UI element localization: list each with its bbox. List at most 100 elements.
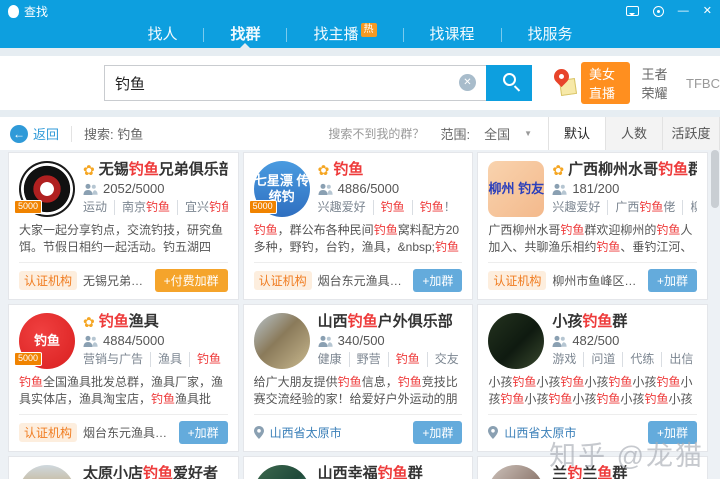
member-count: 4884/5000 bbox=[103, 333, 164, 349]
footer-text: 山西省太原市 bbox=[504, 424, 642, 441]
members-icon bbox=[318, 335, 333, 348]
group-tag: 营销与广告 bbox=[83, 352, 143, 367]
tab-find-service[interactable]: 找服务 bbox=[502, 22, 599, 48]
group-avatar bbox=[19, 465, 75, 479]
group-tag: 兴趣爱好 bbox=[552, 200, 600, 215]
group-card[interactable]: 七星漂 传统钓 5000 ✿ 钓鱼 4886/5000 兴趣爱好钓鱼钓鱼！钓鱼@… bbox=[243, 152, 474, 300]
tab-find-group[interactable]: 找群 bbox=[204, 22, 286, 48]
join-group-button[interactable]: +加群 bbox=[648, 269, 697, 292]
minimize-icon[interactable]: — bbox=[678, 6, 689, 17]
group-tag: 出信 bbox=[661, 352, 693, 367]
beauty-live-link[interactable]: 美女直播 bbox=[581, 62, 630, 104]
sort-tab-members[interactable]: 人数 bbox=[606, 117, 663, 150]
tab-find-people[interactable]: 找人 bbox=[121, 22, 203, 48]
group-card[interactable]: 5000 ✿ 无锡钓鱼兄弟俱乐部 2052/5000 运动南京钓鱼宜兴钓鱼常州.… bbox=[8, 152, 239, 300]
sort-tab-default[interactable]: 默认 bbox=[549, 117, 606, 150]
card-footer: 山西省太原市 +加群 bbox=[488, 414, 697, 451]
group-desc: 钓鱼，群公布各种民间钓鱼窝料配方20多种，野钓，台钓，渔具，&nbsp;钓鱼全国… bbox=[254, 222, 463, 256]
footer-text: 柳州市鱼峰区山水兄弟渔具店 bbox=[552, 272, 642, 289]
kings-glory-link[interactable]: 王者荣耀 bbox=[642, 64, 675, 102]
back-arrow-icon: ← bbox=[10, 125, 28, 143]
group-title: 山西钓鱼户外俱乐部 bbox=[318, 313, 453, 331]
group-title: 小孩钓鱼群 bbox=[552, 313, 627, 331]
group-card[interactable]: 太原小店钓鱼爱好者 283/500 bbox=[8, 456, 239, 479]
chevron-down-icon: ▼ bbox=[524, 129, 532, 138]
divider-strip bbox=[0, 48, 720, 56]
back-button[interactable]: ← 返回 bbox=[10, 124, 59, 143]
group-tag: 宜兴钓鱼 bbox=[177, 200, 228, 215]
certified-icon: ✿ bbox=[83, 313, 95, 331]
group-avatar bbox=[488, 313, 544, 369]
group-tag: 钓鱼 bbox=[373, 200, 405, 215]
group-tag: 交友 bbox=[427, 352, 459, 367]
group-tag: 健康 bbox=[318, 352, 342, 367]
group-tag: 钓鱼 bbox=[388, 352, 420, 367]
card-footer: 认证机构 无锡兄弟钓鱼俱乐部有... +付费加群 bbox=[19, 262, 228, 299]
member-count: 4886/5000 bbox=[338, 181, 399, 197]
group-card[interactable]: 柳州 钓友 ✿ 广西柳州水哥钓鱼群 181/200 兴趣爱好广西钓鱼佬柳州钓鱼.… bbox=[477, 152, 708, 300]
magnifier-icon bbox=[503, 73, 516, 86]
members-icon bbox=[318, 183, 333, 196]
sort-tab-activity[interactable]: 活跃度 bbox=[663, 117, 720, 150]
toolbar-divider bbox=[71, 126, 72, 142]
group-card[interactable]: 山西幸福钓鱼群 134/200 bbox=[243, 456, 474, 479]
group-tag: 钓鱼 bbox=[189, 352, 221, 367]
group-title: 钓鱼 bbox=[333, 161, 363, 179]
group-avatar bbox=[488, 465, 544, 479]
tab-find-course[interactable]: 找课程 bbox=[404, 22, 501, 48]
scope-value: 全国 bbox=[484, 124, 510, 143]
tfbc-link[interactable]: TFBC bbox=[686, 76, 720, 91]
cant-find-group-link[interactable]: 搜索不到我的群？ bbox=[328, 125, 424, 142]
member-count: 2052/5000 bbox=[103, 181, 164, 197]
footer-text: 烟台东元渔具有限公司 bbox=[83, 424, 173, 441]
group-tag: 问道 bbox=[583, 352, 615, 367]
certified-icon: ✿ bbox=[552, 161, 564, 179]
feedback-icon[interactable] bbox=[626, 6, 639, 16]
join-group-button[interactable]: +加群 bbox=[648, 421, 697, 444]
member-count: 340/500 bbox=[338, 333, 385, 349]
scrollbar-thumb[interactable] bbox=[711, 150, 719, 208]
avatar-text: 钓鱼 bbox=[34, 333, 60, 349]
skin-icon[interactable] bbox=[653, 6, 664, 17]
group-avatar bbox=[254, 465, 310, 479]
search-input[interactable] bbox=[104, 65, 486, 101]
group-card[interactable]: 钓鱼 5000 ✿ 钓鱼渔具 4884/5000 营销与广告渔具钓鱼钓鱼！ 钓鱼… bbox=[8, 304, 239, 452]
join-group-button[interactable]: +加群 bbox=[179, 421, 228, 444]
avatar-capacity-badge: 5000 bbox=[14, 352, 42, 366]
window-title: 查找 bbox=[24, 3, 48, 20]
search-button[interactable] bbox=[486, 65, 532, 101]
cert-chip: 认证机构 bbox=[254, 271, 312, 290]
group-tag: 游戏 bbox=[552, 352, 576, 367]
app-window: 查找 — ✕ 找人 找群 找主播热 找课程 找服务 ✕ bbox=[0, 0, 720, 479]
hot-badge: 热 bbox=[361, 23, 377, 37]
main-nav: 找人 找群 找主播热 找课程 找服务 bbox=[0, 22, 720, 48]
location-pin-icon bbox=[254, 426, 264, 439]
group-avatar: 5000 bbox=[19, 161, 75, 217]
join-group-button[interactable]: +付费加群 bbox=[155, 269, 228, 292]
tab-find-streamer[interactable]: 找主播热 bbox=[287, 22, 402, 48]
group-card[interactable]: 山西钓鱼户外俱乐部 340/500 健康野营钓鱼交友学习... 给广大朋友提供钓… bbox=[243, 304, 474, 452]
group-tag: 南京钓鱼 bbox=[114, 200, 170, 215]
avatar-text: 柳州 钓友 bbox=[489, 181, 545, 197]
app-header: 查找 — ✕ 找人 找群 找主播热 找课程 找服务 bbox=[0, 0, 720, 48]
nearby-groups-icon[interactable] bbox=[554, 69, 569, 97]
scope-dropdown[interactable]: 范围: 全国 ▼ bbox=[440, 124, 532, 143]
member-count: 482/500 bbox=[572, 333, 619, 349]
clear-search-icon[interactable]: ✕ bbox=[459, 74, 476, 91]
close-icon[interactable]: ✕ bbox=[703, 6, 712, 17]
members-icon bbox=[552, 183, 567, 196]
members-icon bbox=[83, 183, 98, 196]
members-icon bbox=[552, 335, 567, 348]
join-group-button[interactable]: +加群 bbox=[413, 269, 462, 292]
join-group-button[interactable]: +加群 bbox=[413, 421, 462, 444]
group-avatar bbox=[254, 313, 310, 369]
group-tag: 钓鱼！ bbox=[412, 200, 456, 215]
group-card[interactable]: 小孩钓鱼群 482/500 游戏问道代练出信代练1... 小孩钓鱼小孩钓鱼小孩钓… bbox=[477, 304, 708, 452]
sort-tabs: 默认 人数 活跃度 bbox=[548, 117, 720, 150]
group-card[interactable]: 兰钓兰鱼群 1990/2000 bbox=[477, 456, 708, 479]
group-avatar: 七星漂 传统钓 5000 bbox=[254, 161, 310, 217]
avatar-capacity-badge: 5000 bbox=[249, 200, 277, 214]
certified-icon: ✿ bbox=[83, 161, 95, 179]
group-title: 广西柳州水哥钓鱼群 bbox=[568, 161, 697, 179]
search-term-label: 搜索: 钓鱼 bbox=[84, 124, 143, 143]
